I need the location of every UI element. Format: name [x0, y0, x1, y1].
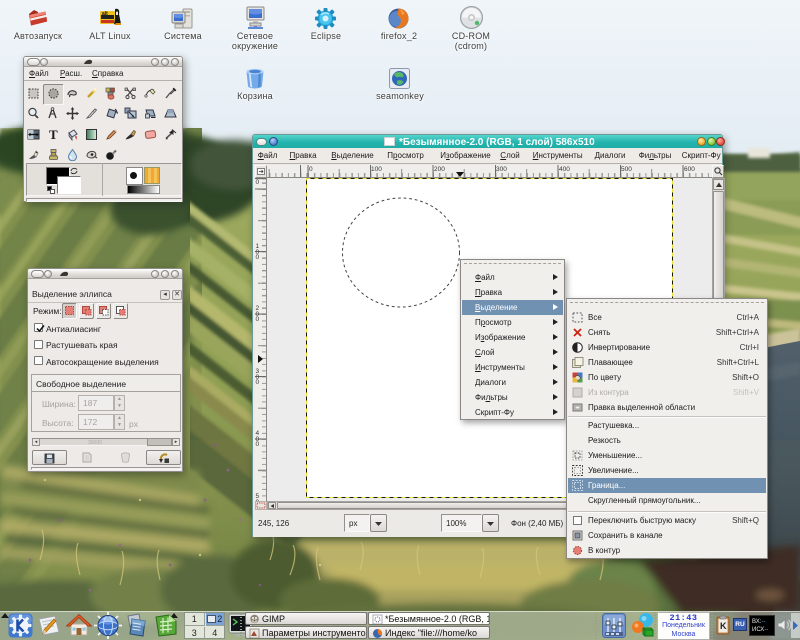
svg-text:T: T: [49, 128, 58, 141]
svg-text:K: K: [720, 621, 727, 631]
svg-text:alt: alt: [102, 11, 108, 17]
